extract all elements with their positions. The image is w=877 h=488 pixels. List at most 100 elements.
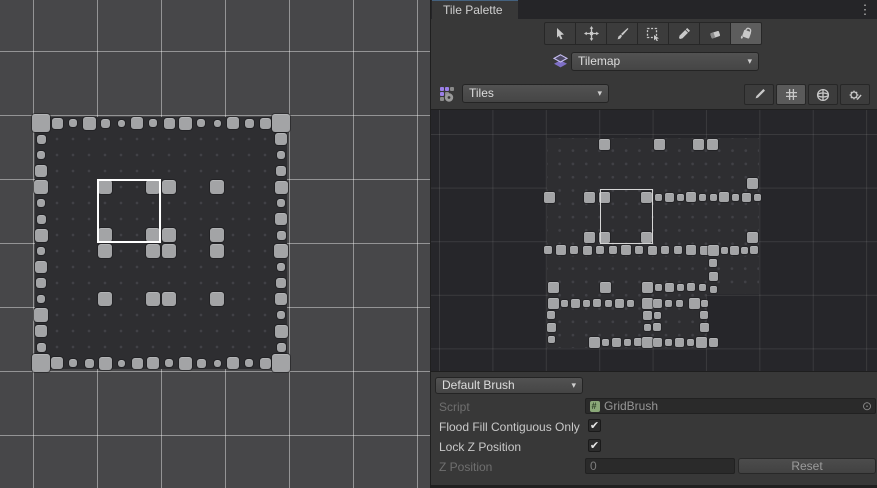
tile (605, 300, 612, 307)
tile (277, 199, 285, 207)
paintbrush-tool-button[interactable] (606, 22, 638, 45)
z-position-field[interactable]: 0 (585, 458, 735, 474)
gizmo-button[interactable] (808, 84, 838, 105)
tile (274, 244, 288, 258)
chevron-down-icon: ▾ (597, 85, 602, 102)
tile (754, 194, 761, 201)
tile (750, 246, 758, 254)
tile (741, 247, 748, 254)
tile (644, 324, 651, 331)
tile (710, 286, 717, 293)
tile (35, 165, 47, 177)
tile (676, 300, 683, 307)
tile (227, 117, 239, 129)
tile (547, 323, 556, 332)
tile (556, 245, 566, 255)
tile (709, 259, 717, 267)
tile (635, 246, 643, 254)
scene-view[interactable] (0, 0, 430, 488)
tile (642, 282, 653, 293)
tile (643, 311, 652, 320)
tile (35, 261, 47, 273)
picker-tool-button[interactable] (668, 22, 700, 45)
tile (686, 192, 696, 202)
tile (85, 359, 94, 368)
kebab-menu-icon[interactable]: ⋮ (858, 1, 872, 18)
tile (709, 272, 718, 281)
tile-palette-panel: Tile Palette ⋮ (430, 0, 877, 488)
tile (162, 292, 176, 306)
tile (99, 357, 112, 370)
tile (584, 192, 595, 203)
tile (709, 338, 718, 347)
tile (165, 359, 173, 367)
fill-bucket-tool-button[interactable] (730, 22, 762, 45)
tile (677, 194, 684, 201)
eraser-tool-button[interactable] (699, 22, 731, 45)
tile (721, 247, 728, 254)
script-icon (590, 401, 600, 412)
tile (696, 337, 707, 348)
tile (621, 245, 631, 255)
tab-tile-palette[interactable]: Tile Palette (432, 0, 518, 19)
palette-settings-button[interactable] (840, 84, 870, 105)
box-fill-tool-button[interactable] (637, 22, 669, 45)
script-field[interactable]: GridBrush ⊙ (585, 398, 876, 414)
tilemap-dropdown[interactable]: Tilemap ▾ (571, 52, 759, 71)
tile (275, 213, 287, 225)
tile (596, 246, 604, 254)
flood-fill-checkbox[interactable]: ✔ (588, 419, 601, 432)
palette-grid-view[interactable] (431, 109, 877, 372)
tile (277, 311, 285, 319)
tile (35, 229, 48, 242)
tilemap-dropdown-label: Tilemap (578, 54, 620, 68)
tile (210, 180, 224, 194)
chevron-down-icon: ▾ (747, 53, 752, 70)
grid-icon (785, 88, 798, 101)
tile (686, 245, 696, 255)
tile (627, 300, 634, 307)
reset-button[interactable]: Reset (738, 458, 876, 474)
tile (277, 343, 286, 352)
edit-palette-button[interactable] (744, 84, 774, 105)
grid-toggle-button[interactable] (776, 84, 806, 105)
tile (210, 292, 224, 306)
tile (118, 360, 125, 367)
tile (37, 215, 46, 224)
selection-box (600, 189, 653, 244)
tile (547, 311, 555, 319)
tile (101, 119, 110, 128)
palette-dropdown[interactable]: Tiles ▾ (462, 84, 609, 103)
lock-z-checkbox[interactable]: ✔ (588, 439, 601, 452)
tile (272, 354, 290, 372)
tile (654, 312, 661, 319)
paintbrush-icon (615, 27, 629, 41)
tile (35, 325, 47, 337)
script-value: GridBrush (604, 399, 658, 413)
tab-bar: Tile Palette ⋮ (431, 0, 877, 19)
tile (146, 244, 160, 258)
brush-dropdown[interactable]: Default Brush ▾ (435, 377, 583, 394)
move-icon (584, 26, 599, 41)
tile (548, 336, 555, 343)
palette-dropdown-label: Tiles (469, 86, 494, 100)
select-tool-button[interactable] (544, 22, 576, 45)
tile (654, 139, 665, 150)
unity-tile-palette-window: { "window": { "tab_title": "Tile Palette… (0, 0, 877, 488)
tile (69, 119, 77, 127)
tile (609, 246, 617, 254)
tile (747, 178, 758, 189)
tile (275, 181, 288, 194)
paint-bucket-icon (739, 26, 754, 41)
move-tool-button[interactable] (575, 22, 607, 45)
object-picker-icon[interactable]: ⊙ (862, 399, 872, 413)
tile (276, 278, 286, 288)
tile (276, 166, 286, 176)
eyedropper-icon (677, 27, 691, 41)
tile (730, 246, 739, 255)
tile (548, 298, 559, 309)
tile (642, 337, 653, 348)
tile (98, 292, 112, 306)
tile (710, 194, 717, 201)
tile (699, 194, 706, 201)
